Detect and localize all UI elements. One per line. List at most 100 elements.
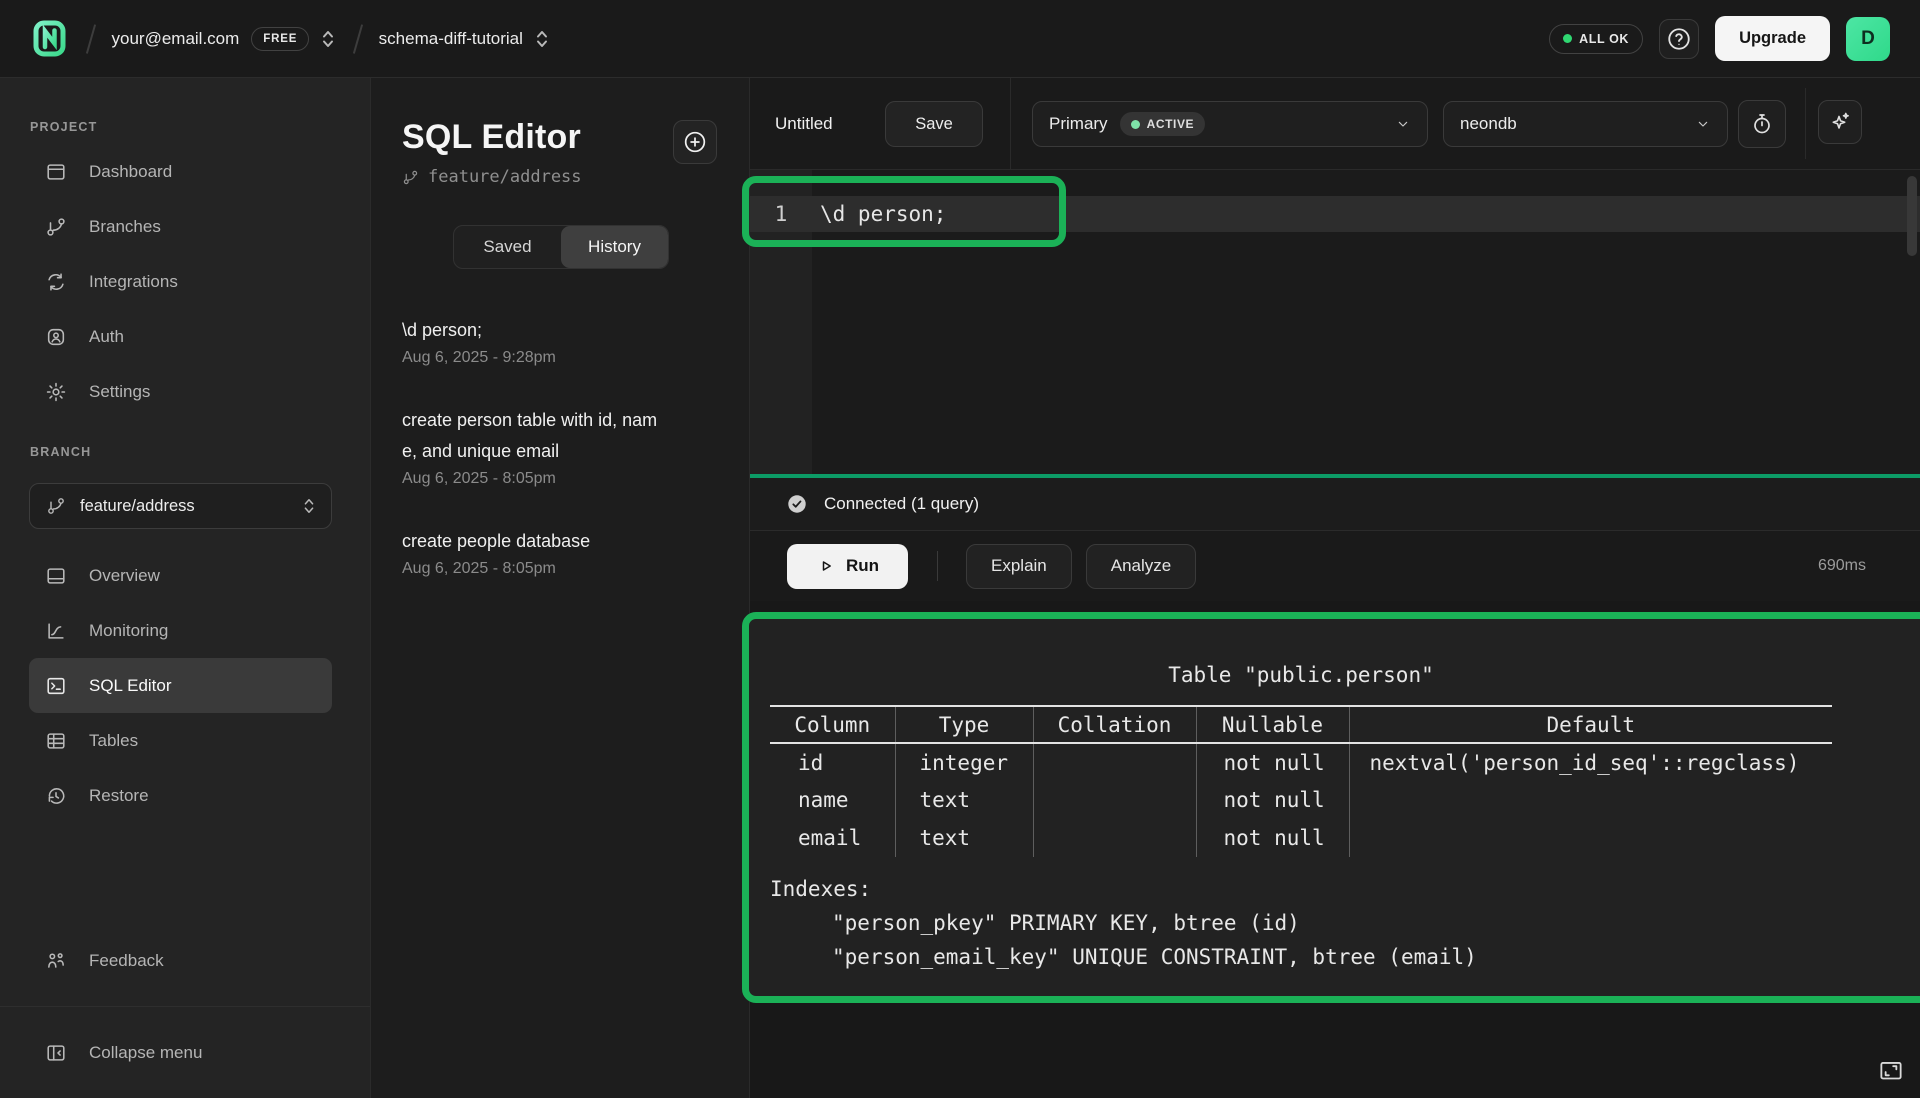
user-avatar[interactable]: D — [1846, 17, 1890, 61]
compute-selector[interactable]: Primary ACTIVE — [1032, 101, 1428, 147]
run-button[interactable]: Run — [787, 544, 908, 589]
restore-history-icon — [45, 785, 67, 807]
toolbar-divider — [937, 551, 938, 581]
plan-badge: FREE — [251, 27, 309, 51]
cell — [1349, 781, 1832, 819]
editor-topbar: Untitled Save Primary ACTIVE neondb — [750, 78, 1920, 170]
sidebar-item-monitoring[interactable]: Monitoring — [0, 603, 350, 658]
cell: text — [895, 781, 1033, 819]
plus-circle-icon — [682, 129, 708, 155]
sidebar-item-label: SQL Editor — [89, 676, 172, 696]
history-item[interactable]: create people database Aug 6, 2025 - 8:0… — [402, 526, 670, 578]
cell: name — [770, 781, 895, 819]
project-selector-icon[interactable] — [533, 27, 551, 51]
result-table-title: Table "public.person" — [770, 663, 1832, 687]
cell — [1033, 781, 1196, 819]
index-entry: "person_email_key" UNIQUE CONSTRAINT, bt… — [770, 940, 1477, 974]
tab-history[interactable]: History — [561, 226, 668, 268]
query-timer-button[interactable] — [1738, 100, 1786, 148]
compute-status-badge: ACTIVE — [1120, 112, 1206, 136]
sidebar-item-tables[interactable]: Tables — [0, 713, 350, 768]
active-dot-icon — [1131, 120, 1140, 129]
git-branch-icon — [402, 169, 419, 186]
database-selector[interactable]: neondb — [1443, 101, 1728, 147]
analyze-button[interactable]: Analyze — [1086, 544, 1196, 589]
section-label-branch: BRANCH — [30, 445, 370, 459]
history-item[interactable]: \d person; Aug 6, 2025 - 9:28pm — [402, 315, 670, 367]
explain-button[interactable]: Explain — [966, 544, 1072, 589]
active-code-line[interactable]: 1 \d person; — [750, 196, 1920, 232]
table-row: name text not null — [770, 781, 1832, 819]
cell: nextval('person_id_seq'::regclass) — [1349, 743, 1832, 781]
compute-status-label: ACTIVE — [1147, 117, 1195, 131]
sidebar-item-overview[interactable]: Overview — [0, 548, 350, 603]
dashboard-icon — [45, 161, 67, 183]
account-selector-icon[interactable] — [319, 27, 337, 51]
history-item-title: create people database — [402, 526, 670, 557]
breadcrumb-divider — [86, 24, 96, 53]
query-tab-title[interactable]: Untitled — [775, 78, 833, 170]
gear-icon — [45, 381, 67, 403]
history-item-title: \d person; — [402, 315, 670, 346]
indexes-block: Indexes: "person_pkey" PRIMARY KEY, btre… — [770, 872, 1477, 974]
sidebar-item-integrations[interactable]: Integrations — [0, 254, 350, 309]
sql-editor-icon — [45, 675, 67, 697]
col-header: Column — [770, 706, 895, 743]
expand-results-icon[interactable] — [1876, 1058, 1906, 1084]
breadcrumb-divider — [353, 24, 363, 53]
sidebar-item-branches[interactable]: Branches — [0, 199, 350, 254]
sidebar-item-sql-editor[interactable]: SQL Editor — [29, 658, 332, 713]
sidebar-item-label: Tables — [89, 731, 138, 751]
history-list: \d person; Aug 6, 2025 - 9:28pm create p… — [402, 315, 749, 578]
history-item-title: create person table with id, name, and u… — [402, 405, 670, 467]
status-ok-dot-icon — [1563, 34, 1572, 43]
cell — [1033, 743, 1196, 781]
editor-scrollbar[interactable] — [1907, 176, 1917, 256]
system-status-badge[interactable]: ALL OK — [1549, 24, 1643, 54]
result-table: Column Type Collation Nullable Default i… — [770, 705, 1832, 857]
collapse-panel-icon — [45, 1042, 67, 1064]
project-name[interactable]: schema-diff-tutorial — [379, 29, 523, 49]
neon-logo-icon[interactable] — [30, 19, 70, 59]
sidebar-item-label: Auth — [89, 327, 124, 347]
sidebar-item-settings[interactable]: Settings — [0, 364, 350, 419]
sidebar-item-restore[interactable]: Restore — [0, 768, 350, 823]
line-number: 1 — [750, 196, 812, 232]
new-query-button[interactable] — [673, 120, 717, 164]
history-item[interactable]: create person table with id, name, and u… — [402, 405, 670, 488]
sidebar-item-auth[interactable]: Auth — [0, 309, 350, 364]
database-name: neondb — [1460, 114, 1517, 134]
tab-saved[interactable]: Saved — [454, 226, 561, 268]
code-editor[interactable]: 1 \d person; — [750, 170, 1920, 474]
save-button[interactable]: Save — [885, 101, 983, 147]
sidebar-item-label: Monitoring — [89, 621, 168, 641]
ai-assist-button[interactable] — [1818, 100, 1862, 144]
sidebar-item-label: Settings — [89, 382, 150, 402]
sidebar-item-feedback[interactable]: Feedback — [0, 933, 350, 988]
history-item-date: Aug 6, 2025 - 8:05pm — [402, 470, 670, 488]
sidebar-item-label: Dashboard — [89, 162, 172, 182]
result-header-row: Column Type Collation Nullable Default — [770, 706, 1832, 743]
sidebar-item-label: Integrations — [89, 272, 178, 292]
sidebar-item-label: Restore — [89, 786, 149, 806]
stopwatch-icon — [1750, 112, 1774, 136]
help-button[interactable] — [1659, 19, 1699, 59]
connection-status-text: Connected (1 query) — [824, 494, 979, 514]
upgrade-button[interactable]: Upgrade — [1715, 16, 1830, 61]
collapse-menu-button[interactable]: Collapse menu — [0, 1025, 350, 1080]
table-row: email text not null — [770, 819, 1832, 857]
sidebar-item-dashboard[interactable]: Dashboard — [0, 144, 350, 199]
auth-badge-icon — [45, 326, 67, 348]
cell: integer — [895, 743, 1033, 781]
section-label-project: PROJECT — [30, 120, 370, 134]
col-header: Collation — [1033, 706, 1196, 743]
run-label: Run — [846, 556, 879, 576]
cell — [1349, 819, 1832, 857]
cell — [1033, 819, 1196, 857]
sidebar-item-label: Overview — [89, 566, 160, 586]
question-icon — [1666, 26, 1692, 52]
account-email[interactable]: your@email.com — [112, 29, 240, 49]
branch-selector[interactable]: feature/address — [29, 483, 332, 529]
topbar-divider — [1010, 78, 1011, 169]
compute-name: Primary — [1049, 114, 1108, 134]
